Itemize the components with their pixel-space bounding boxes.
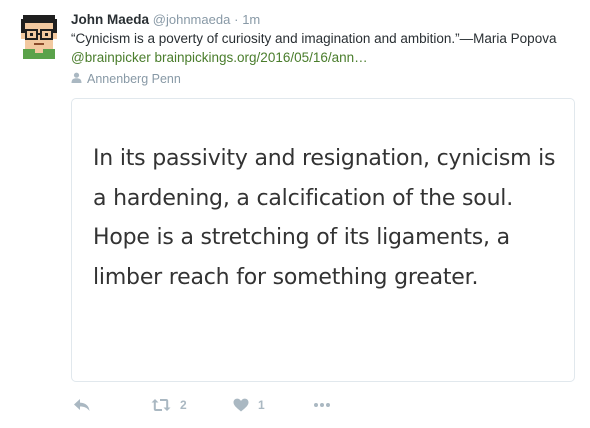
reply-icon bbox=[73, 398, 91, 412]
more-button[interactable] bbox=[313, 394, 331, 416]
tweet-location[interactable]: Annenberg Penn bbox=[71, 71, 181, 87]
time-separator: · bbox=[234, 12, 239, 27]
card-quote: In its passivity and resignation, cynici… bbox=[93, 146, 556, 290]
tweet-text: “Cynicism is a poverty of curiosity and … bbox=[71, 30, 571, 67]
mention-link[interactable]: @brainpicker bbox=[71, 50, 151, 65]
retweet-button[interactable]: 2 bbox=[151, 394, 187, 416]
avatar[interactable] bbox=[15, 11, 63, 59]
person-icon bbox=[71, 71, 82, 87]
tweet-header: John Maeda @johnmaeda · 1m bbox=[71, 11, 260, 29]
tweet-time[interactable]: 1m bbox=[242, 12, 260, 27]
retweet-icon bbox=[151, 398, 171, 412]
author-name[interactable]: John Maeda bbox=[71, 12, 149, 27]
author-handle[interactable]: @johnmaeda bbox=[153, 12, 231, 27]
location-label: Annenberg Penn bbox=[87, 72, 181, 86]
url-link[interactable]: brainpickings.org/2016/05/16/ann… bbox=[155, 50, 368, 65]
tweet: John Maeda @johnmaeda · 1m “Cynicism is … bbox=[0, 0, 590, 428]
like-button[interactable]: 1 bbox=[233, 394, 265, 416]
media-card[interactable]: In its passivity and resignation, cynici… bbox=[71, 98, 575, 382]
like-count: 1 bbox=[258, 398, 265, 412]
more-icon bbox=[313, 402, 331, 408]
tweet-actions: 2 1 bbox=[71, 394, 371, 416]
retweet-count: 2 bbox=[180, 398, 187, 412]
reply-button[interactable] bbox=[73, 394, 91, 416]
heart-icon bbox=[233, 398, 249, 412]
tweet-text-body: “Cynicism is a poverty of curiosity and … bbox=[71, 31, 557, 46]
